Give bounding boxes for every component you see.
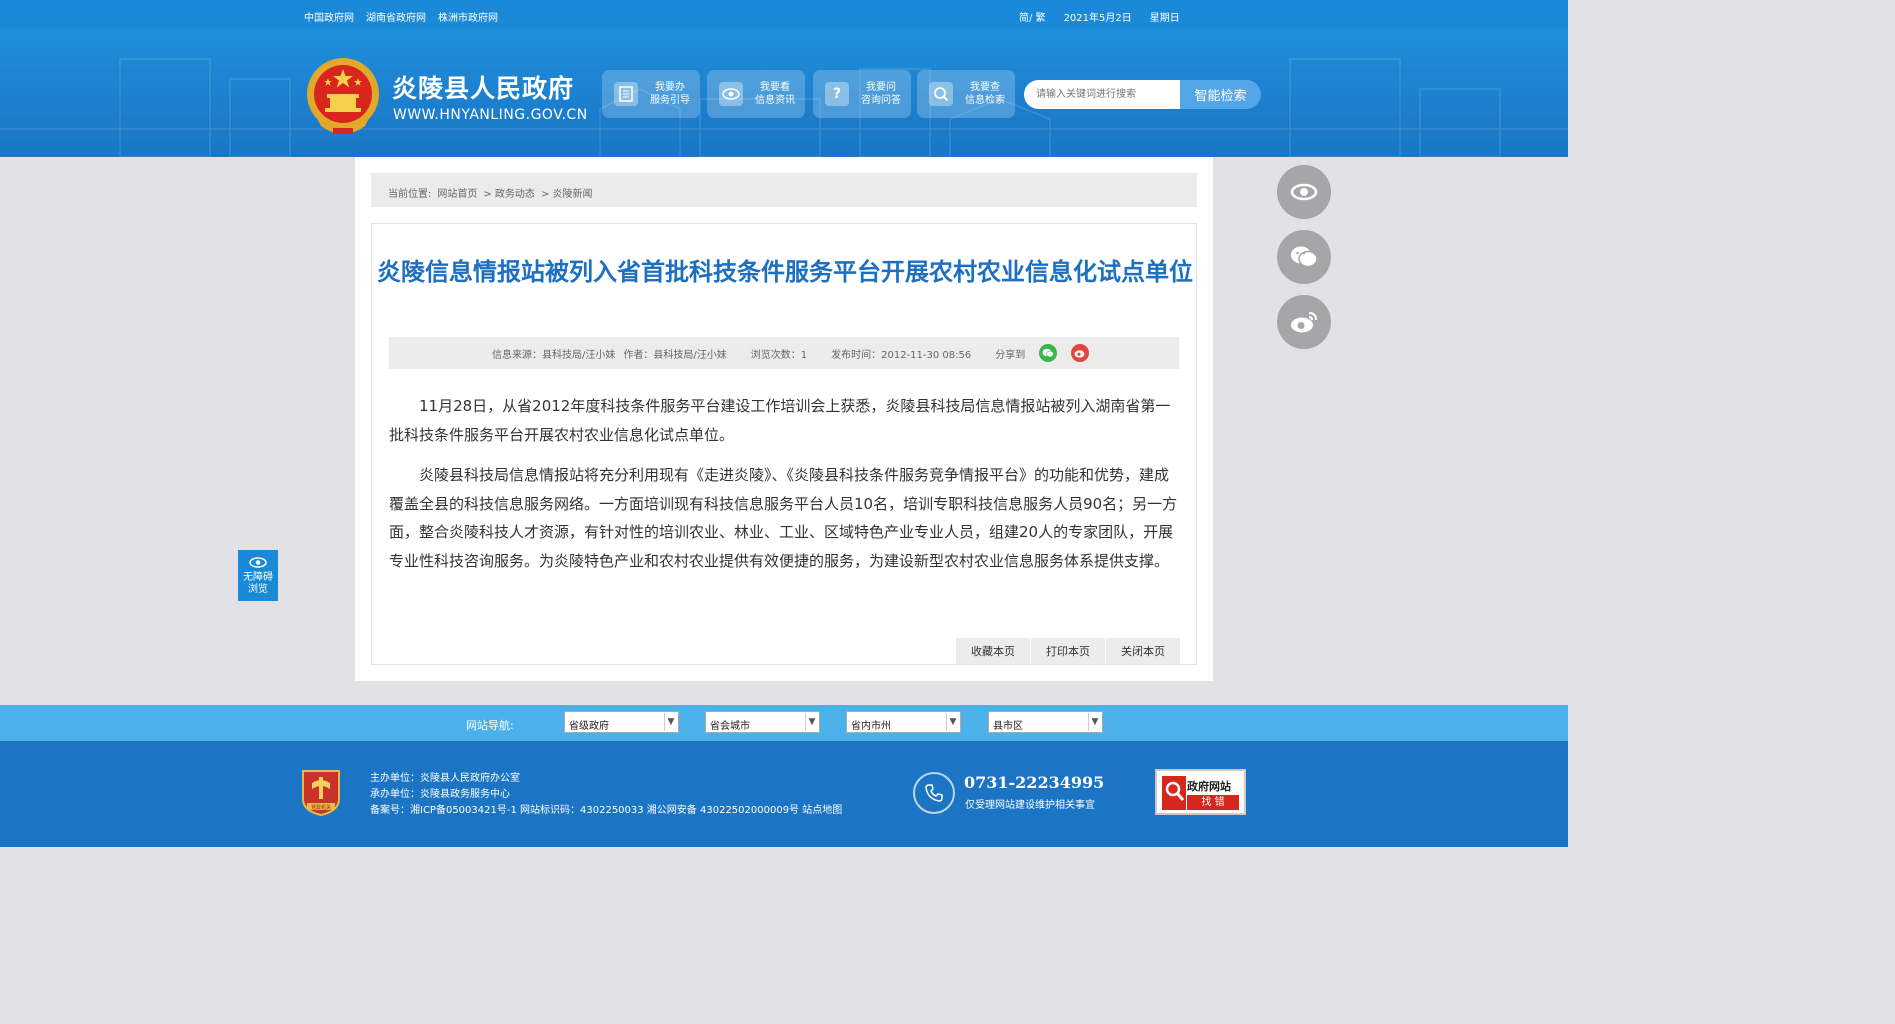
contact-phone: 0731-22234995 (964, 773, 1105, 792)
site-header: 炎陵县人民政府 WWW.HNYANLING.GOV.CN 我要办 服务引导 我要… (0, 29, 1568, 157)
share-label: 分享到 (995, 349, 1026, 361)
nav-label-line2: 服务引导 (650, 95, 690, 106)
main-content: 当前位置: 网站首页 > 政务动态 > 炎陵新闻 炎陵信息情报站被列入省首批科技… (355, 157, 1213, 681)
wechat-icon (1291, 246, 1318, 268)
select-province-cities[interactable]: 省内市州 ▼ (846, 711, 961, 733)
select-counties[interactable]: 县市区 ▼ (988, 711, 1103, 733)
accessibility-label-line1: 无障碍 (243, 572, 273, 583)
nav-label-line1: 我要查 (970, 82, 1000, 93)
svg-text:党政机关: 党政机关 (311, 804, 331, 811)
nav-button-info[interactable]: 我要看 信息资讯 (707, 70, 805, 118)
article-title: 炎陵信息情报站被列入省首批科技条件服务平台开展农村农业信息化试点单位 (377, 258, 1193, 286)
article-views: 浏览次数：1 (750, 349, 808, 361)
breadcrumb-prefix: 当前位置: (388, 189, 432, 200)
article-paragraph: 炎陵县科技局信息情报站将充分利用现有《走进炎陵》、《炎陵县科技条件服务竞争情报平… (389, 466, 1178, 570)
phone-icon (913, 772, 955, 814)
bookmark-page-button[interactable]: 收藏本页 (955, 638, 1030, 664)
article-content: 11月28日，从省2012年度科技条件服务平台建设工作培训会上获悉，炎陵县科技局… (389, 392, 1179, 587)
find-error-label-2: 找 错 (1187, 795, 1239, 810)
chevron-down-icon: ▼ (805, 713, 818, 731)
accessibility-label-line2: 浏览 (248, 584, 268, 595)
article-box: 炎陵信息情报站被列入省首批科技条件服务平台开展农村农业信息化试点单位 信息来源：… (371, 223, 1197, 665)
footer-info: 主办单位：炎陵县人民政府办公室 承办单位：炎陵县政务服务中心 备案号：湘ICP备… (370, 771, 842, 819)
wechat-share-icon[interactable] (1039, 344, 1058, 362)
chevron-down-icon: ▼ (1088, 713, 1101, 731)
magnifier-icon (1162, 776, 1186, 810)
footer-record[interactable]: 备案号：湘ICP备05003421号-1 网站标识码：4302250033 湘公… (370, 803, 842, 819)
site-url: WWW.HNYANLING.GOV.CN (393, 107, 588, 123)
close-page-button[interactable]: 关闭本页 (1105, 638, 1180, 664)
chevron-down-icon: ▼ (946, 713, 959, 731)
side-wechat-button[interactable] (1277, 230, 1331, 284)
link-zhuzhou-gov[interactable]: 株洲市政府网 (438, 9, 498, 24)
weibo-share-icon[interactable] (1071, 344, 1090, 362)
accessibility-button[interactable]: 无障碍 浏览 (238, 550, 278, 601)
document-icon (614, 82, 638, 106)
breadcrumb-yanling-news[interactable]: > 炎陵新闻 (541, 185, 593, 207)
find-error-label-1: 政府网站 (1187, 780, 1231, 793)
gov-site-find-error-button[interactable]: 政府网站 找 错 (1155, 769, 1246, 815)
select-capital-cities[interactable]: 省会城市 ▼ (705, 711, 820, 733)
nav-label-line1: 我要办 (655, 82, 685, 93)
current-weekday: 星期日 (1149, 13, 1180, 24)
nav-label-line2: 信息资讯 (755, 95, 795, 106)
eye-icon (249, 557, 267, 568)
link-china-gov[interactable]: 中国政府网 (304, 9, 354, 24)
side-view-button[interactable] (1277, 165, 1331, 219)
weibo-icon (1291, 312, 1317, 333)
website-nav-label: 网站导航: (466, 719, 514, 732)
breadcrumb-home[interactable]: 网站首页 (437, 185, 477, 207)
chevron-down-icon: ▼ (664, 713, 677, 731)
website-navigation-bar: 网站导航: 省级政府 ▼ 省会城市 ▼ 省内市州 ▼ 县市区 ▼ (0, 705, 1568, 741)
footer-organizer: 承办单位：炎陵县政务服务中心 (370, 789, 510, 800)
party-gov-badge-icon[interactable]: 党政机关 (299, 767, 343, 817)
top-bar: 中国政府网 湖南省政府网 株洲市政府网 简/ 繁 2021年5月2日 星期日 (0, 0, 1568, 29)
top-links: 中国政府网 湖南省政府网 株洲市政府网 (304, 9, 498, 24)
nav-button-qa[interactable]: ? 我要问 咨询问答 (813, 70, 911, 118)
print-page-button[interactable]: 打印本页 (1030, 638, 1105, 664)
search-box: 智能检索 (1024, 80, 1261, 109)
article-source: 信息来源：县科技局/汪小妹 (492, 349, 616, 361)
lang-toggle[interactable]: 简/ 繁 (1019, 9, 1046, 24)
article-publish-time: 发布时间：2012-11-30 08:56 (831, 349, 972, 361)
link-hunan-gov[interactable]: 湖南省政府网 (366, 9, 426, 24)
question-icon: ? (825, 82, 849, 106)
side-weibo-button[interactable] (1277, 295, 1331, 349)
nav-button-service-guide[interactable]: 我要办 服务引导 (602, 70, 700, 118)
top-right: 简/ 繁 2021年5月2日 星期日 (1019, 9, 1180, 24)
select-provincial-gov[interactable]: 省级政府 ▼ (564, 711, 679, 733)
nav-button-search[interactable]: 我要查 信息检索 (917, 70, 1015, 118)
eye-icon (1290, 183, 1318, 201)
site-footer: 党政机关 主办单位：炎陵县人民政府办公室 承办单位：炎陵县政务服务中心 备案号：… (0, 741, 1568, 847)
current-date: 2021年5月2日 (1063, 13, 1132, 24)
footer-host: 主办单位：炎陵县人民政府办公室 (370, 773, 520, 784)
search-input[interactable] (1024, 80, 1180, 109)
eye-icon (719, 82, 743, 106)
article-actions: 收藏本页 打印本页 关闭本页 (955, 638, 1180, 664)
article-meta: 信息来源：县科技局/汪小妹 作者：县科技局/汪小妹 浏览次数：1 发布时间：20… (389, 337, 1179, 369)
nav-label-line2: 咨询问答 (861, 95, 901, 106)
article-author: 作者：县科技局/汪小妹 (623, 349, 727, 361)
nav-label-line1: 我要问 (866, 82, 896, 93)
contact-phone-desc: 仅受理网站建设维护相关事宜 (965, 800, 1095, 811)
breadcrumb-gov-news[interactable]: > 政务动态 (483, 185, 535, 207)
nav-label-line2: 信息检索 (965, 95, 1005, 106)
site-title: 炎陵县人民政府 (392, 74, 575, 103)
article-paragraph: 11月28日，从省2012年度科技条件服务平台建设工作培训会上获悉，炎陵县科技局… (389, 397, 1171, 444)
nav-label-line1: 我要看 (760, 82, 790, 93)
search-button[interactable]: 智能检索 (1180, 80, 1261, 109)
search-icon (929, 82, 953, 106)
national-emblem (307, 58, 379, 134)
breadcrumb: 当前位置: 网站首页 > 政务动态 > 炎陵新闻 (371, 173, 1197, 207)
